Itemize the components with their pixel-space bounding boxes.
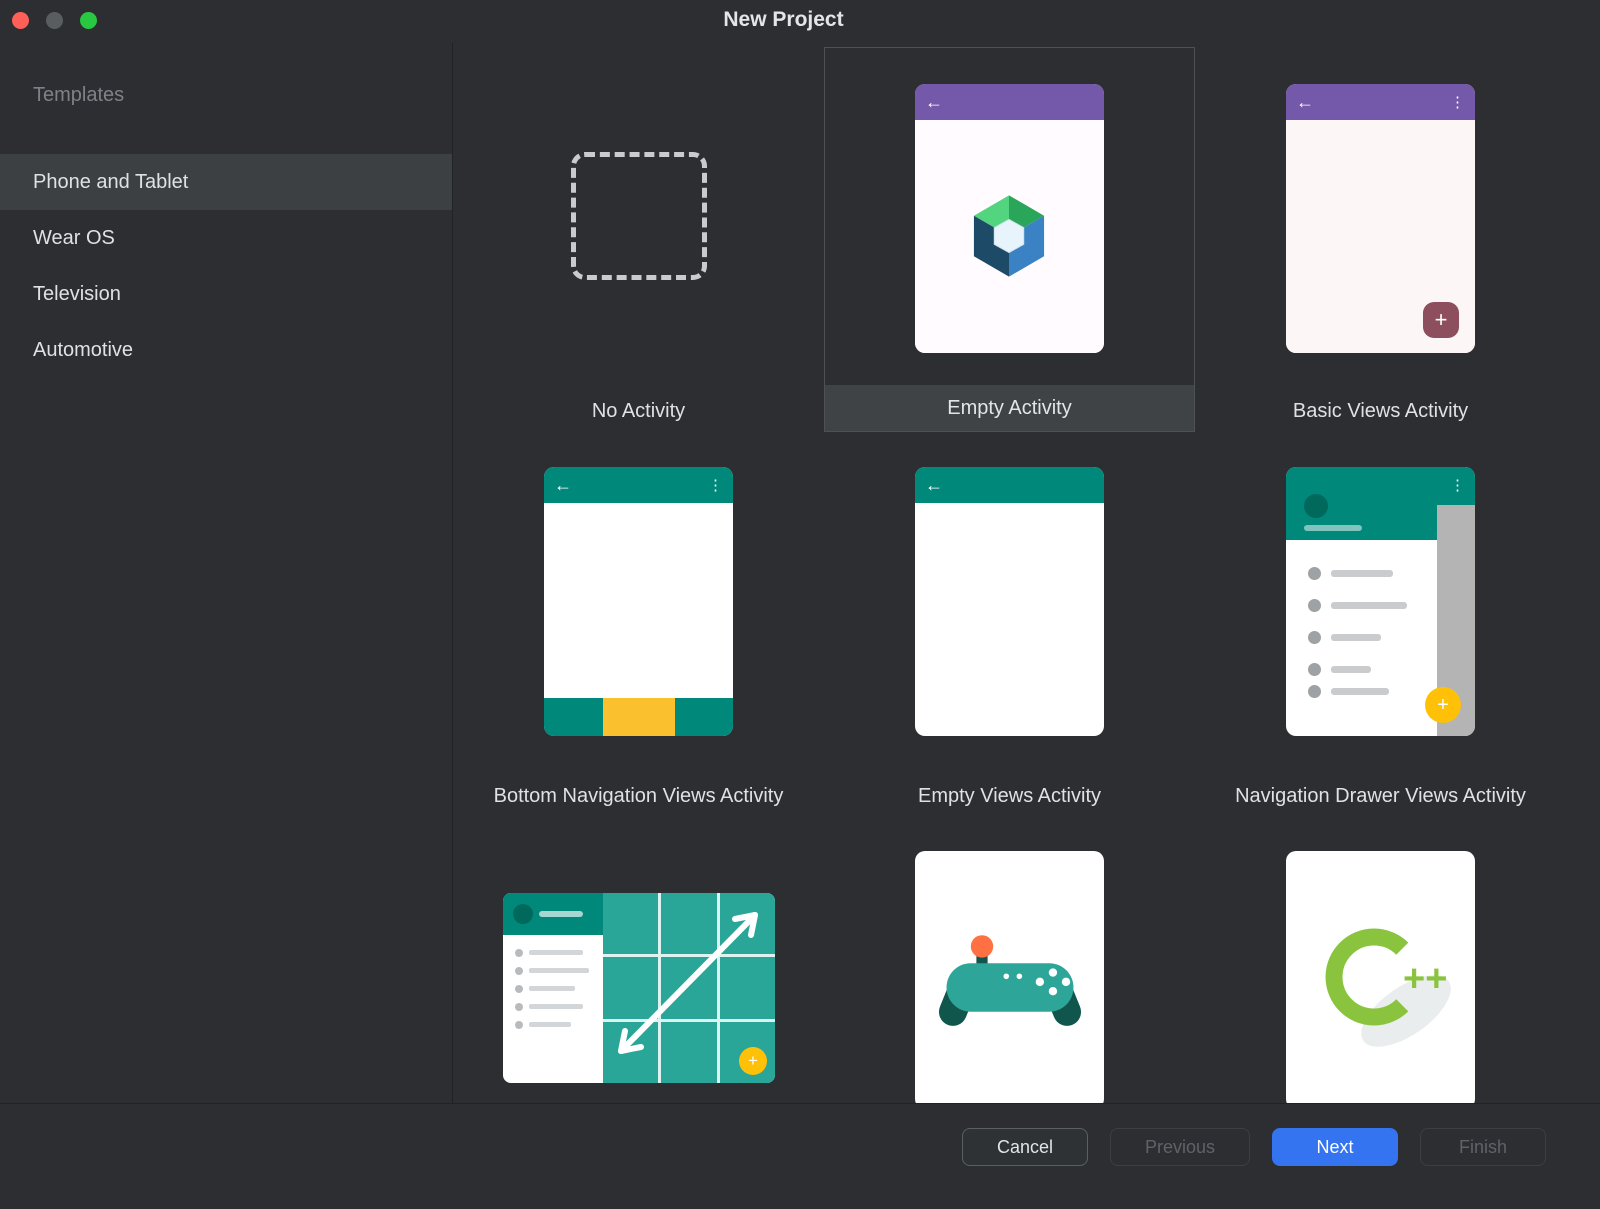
avatar-icon [1304,494,1328,518]
list-bullet [515,1021,523,1029]
fab-icon: + [1423,302,1459,338]
close-button[interactable] [12,12,29,29]
template-card-empty-views[interactable]: ← [915,467,1104,736]
back-arrow-icon: ← [925,476,943,494]
cancel-button[interactable]: Cancel [962,1128,1088,1166]
finish-button[interactable]: Finish [1420,1128,1546,1166]
list-line [529,1022,571,1027]
fab-icon: + [739,1047,767,1075]
list-bullet [515,985,523,993]
list-panel [503,893,603,1083]
sidebar-list: Phone and Tablet Wear OS Television Auto… [0,154,452,378]
thumbnail-appbar: ← ⋮ [544,467,733,503]
svg-text:++: ++ [1403,958,1447,1000]
sidebar-header: Templates [33,84,124,107]
window-controls [12,12,97,29]
template-label-empty-views[interactable]: Empty Views Activity [824,782,1195,810]
list-bullet [1308,599,1321,612]
sidebar-item-automotive[interactable]: Automotive [0,322,452,378]
zoom-button[interactable] [80,12,97,29]
nav-segment [675,698,734,736]
list-line [529,1004,583,1009]
template-card-no-activity[interactable] [571,152,707,280]
template-card-game-activity[interactable] [915,851,1104,1109]
template-card-native-cpp[interactable]: ++ [1286,851,1475,1109]
sidebar-divider [452,43,453,1103]
cpp-logo-icon: ++ [1306,905,1456,1055]
next-button[interactable]: Next [1272,1128,1398,1166]
nav-segment [544,698,603,736]
kebab-menu-icon: ⋮ [708,478,723,493]
template-label-no-activity[interactable]: No Activity [453,397,824,425]
list-line [1331,570,1393,577]
back-arrow-icon: ← [925,93,943,111]
list-line [529,968,589,973]
list-line [529,950,583,955]
drawer-header-line [1304,525,1362,531]
footer-buttons: Cancel Previous Next Finish [962,1128,1546,1166]
template-card-basic-views[interactable]: ← ⋮ + [1286,84,1475,353]
avatar-icon [513,904,533,924]
nav-segment-active [603,698,675,736]
dialog-title: New Project [0,8,1567,32]
back-arrow-icon: ← [554,476,572,494]
game-controller-icon [935,924,1085,1036]
template-label-empty-activity[interactable]: Empty Activity [825,385,1194,431]
jetpack-compose-icon [961,188,1057,284]
bottom-navigation-bar [544,698,733,736]
thumbnail-appbar: ← ⋮ [1286,84,1475,120]
minimize-button[interactable] [46,12,63,29]
kebab-menu-icon: ⋮ [1450,95,1465,110]
list-line [1331,688,1389,695]
sidebar-item-television[interactable]: Television [0,266,452,322]
previous-button[interactable]: Previous [1110,1128,1250,1166]
empty-activity-thumbnail[interactable]: ← [915,84,1104,353]
template-label-basic-views[interactable]: Basic Views Activity [1195,397,1566,425]
list-line [1331,666,1371,673]
list-bullet [1308,685,1321,698]
template-card-bottom-navigation[interactable]: ← ⋮ [544,467,733,736]
templates-sidebar: Templates Phone and Tablet Wear OS Telev… [0,40,452,1103]
fab-icon: + [1425,687,1461,723]
kebab-menu-icon: ⋮ [1450,476,1465,494]
sidebar-item-wear-os[interactable]: Wear OS [0,210,452,266]
new-project-dialog: { "window": { "title": "New Project" }, … [0,0,1600,1209]
panel-header-line [539,911,583,917]
thumbnail-appbar: ← [915,84,1104,120]
template-label-bottom-navigation[interactable]: Bottom Navigation Views Activity [453,782,824,810]
template-card-responsive-views[interactable]: + [503,893,775,1083]
back-arrow-icon: ← [1296,93,1314,111]
thumbnail-appbar: ← [915,467,1104,503]
list-line [529,986,575,991]
sidebar-item-phone-and-tablet[interactable]: Phone and Tablet [0,154,452,210]
template-card-navigation-drawer[interactable]: ⋮ + [1286,467,1475,736]
list-bullet [515,949,523,957]
list-line [1331,634,1381,641]
list-bullet [1308,663,1321,676]
list-bullet [1308,567,1321,580]
list-bullet [515,967,523,975]
template-label-navigation-drawer[interactable]: Navigation Drawer Views Activity [1195,782,1566,810]
list-bullet [1308,631,1321,644]
list-line [1331,602,1407,609]
list-bullet [515,1003,523,1011]
dialog-footer: Cancel Previous Next Finish [0,1103,1600,1209]
